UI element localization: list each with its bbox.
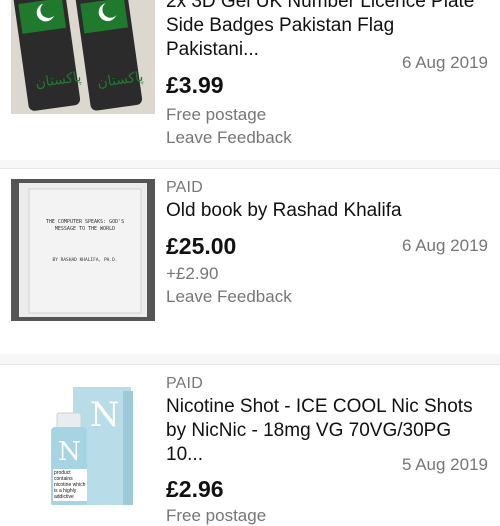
item-thumbnail[interactable]: N N product contains nicotine which is a… — [11, 375, 155, 505]
book-cover-image — [11, 179, 155, 321]
list-separator — [0, 160, 500, 168]
item-date: 6 Aug 2019 — [401, 53, 488, 72]
item-date: 6 Aug 2019 — [401, 236, 488, 255]
item-thumbnail[interactable]: THE COMPUTER SPEAKS: GOD'S MESSAGE TO TH… — [11, 179, 155, 321]
pakistan-badges-image: پاکستان پاکستان — [11, 0, 155, 114]
item-shipping: Free postage — [166, 105, 267, 124]
item-thumbnail[interactable]: پاکستان پاکستان — [11, 0, 155, 114]
status-label: PAID — [166, 375, 203, 392]
item-title-line: 2x 3D Gel UK Number Licence Plate — [166, 0, 475, 12]
item-shipping: Free postage — [166, 506, 267, 525]
item-price: £3.99 — [166, 72, 224, 98]
item-info: PAID Nicotine Shot - ICE COOL Nic Shots … — [166, 375, 490, 526]
item-date: 5 Aug 2019 — [401, 455, 488, 474]
item-price: £2.96 — [166, 476, 224, 502]
leave-feedback-link[interactable]: Leave Feedback — [166, 128, 490, 148]
item-info: 2x 3D Gel UK Number Licence Plate Side B… — [166, 0, 490, 148]
order-item[interactable]: THE COMPUTER SPEAKS: GOD'S MESSAGE TO TH… — [0, 169, 500, 359]
item-title[interactable]: Old book by Rashad Khalifa — [166, 199, 490, 223]
box-logo-letter: N — [90, 395, 120, 435]
item-shipping: +£2.90 — [166, 264, 219, 283]
book-author-text: BY RASHAD KHALIFA, PH.D. — [52, 258, 118, 263]
list-separator — [0, 354, 500, 364]
book-title-text: THE COMPUTER SPEAKS: GOD'S MESSAGE TO TH… — [45, 219, 125, 232]
leave-feedback-link[interactable]: Leave Feedback — [166, 287, 490, 307]
bottle-logo-letter: N — [58, 437, 81, 467]
order-item[interactable]: پاکستان پاکستان 2x 3D Gel UK Number Lice… — [0, 0, 500, 160]
bottle-warning-label: product contains nicotine which is a hig… — [53, 469, 87, 501]
status-label: PAID — [166, 179, 203, 196]
order-item[interactable]: N N product contains nicotine which is a… — [0, 365, 500, 525]
item-title-line: Nicotine Shot - ICE COOL Nic Shots — [166, 396, 473, 417]
